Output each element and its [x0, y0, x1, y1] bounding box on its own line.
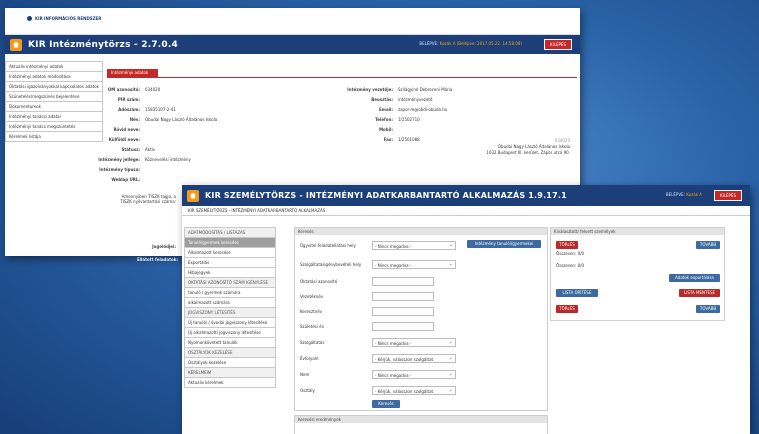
sidebar-section-header: OSZTÁLYOK KEZELÉSE — [184, 348, 276, 358]
field-row: Rövid neve: — [113, 127, 140, 132]
results-panel-title: Keresési eredmények — [295, 416, 547, 423]
sidebar-item[interactable]: tanuló / gyermek számára — [184, 288, 276, 298]
sidebar-item[interactable]: Osztályok kezelése — [184, 358, 276, 368]
field-row: Mobil: — [379, 127, 393, 132]
login-status: BELÉPVE: Kozák A — [665, 192, 702, 197]
sidebar-item-student-search[interactable]: Tanuló/gyermek keresése — [184, 238, 276, 248]
home-icon[interactable] — [187, 189, 199, 202]
logout-button[interactable]: KILÉPÉS — [713, 190, 742, 201]
count-total: Összesen: 0/0 — [556, 263, 585, 268]
label-birthyear: Születési év — [300, 324, 325, 329]
gender-select[interactable]: - Nincs megadva - — [372, 370, 456, 379]
sidebar-section-header: OKTATÁSI AZONOSÍTÓ SZÁM IGÉNYLÉSE — [184, 278, 276, 288]
jogelodjei-label: Jogelődjei: — [152, 244, 176, 249]
list-save-button[interactable]: LISTA MENTÉSE — [679, 289, 720, 297]
label-class: Osztály — [300, 388, 315, 393]
sidebar-section-header: JOGVISZONY LÉTESÍTÉS — [184, 308, 276, 318]
selected-persons-panel: Kiválasztott/ felvett személyek TÖRLÉS T… — [550, 227, 725, 321]
birthyear-input[interactable] — [372, 322, 434, 331]
field-row: Intézmény jellege: Köznevelési intézmény — [98, 157, 191, 162]
field-row: Email: zapor-m@obdi-obuda.hu — [379, 107, 448, 112]
delete-button[interactable]: TÖRLÉS — [556, 241, 578, 249]
app-title: KIR Intézménytörzs - 2.7.0.4 — [28, 39, 178, 50]
list-clear-button[interactable]: LISTA ÜRÍTÉSE — [556, 289, 598, 297]
field-row: Intézmény típusa: — [99, 167, 140, 172]
home-icon[interactable] — [10, 38, 22, 51]
tab-divider — [107, 77, 577, 78]
label-service2: Szolgáltatás — [300, 340, 325, 345]
service-select[interactable]: - Nincs megadva - — [372, 260, 456, 269]
tab-intezmenyi-adatok[interactable]: Intézményi adatok — [107, 69, 159, 77]
field-row: Intézmény vezetője: Szilágyiné Debreceni … — [347, 87, 453, 92]
logout-button[interactable]: KILÉPÉS — [543, 39, 572, 50]
sidebar-section-header: KÉRELMEIM — [184, 368, 276, 378]
field-row: Név: Óbudai Nagy László Általános Iskola — [129, 117, 218, 122]
sidebar-item[interactable]: Aktuális kérelmek — [184, 378, 276, 388]
sidebar-section-header: ADATMÓDOSÍTÁS / LISTÁZÁS — [184, 227, 276, 238]
firstname-input[interactable] — [372, 307, 434, 316]
count-total: Összesen: 0/0 — [556, 251, 585, 256]
field-row: Fax: 1/2501088 — [383, 137, 420, 142]
sidebar-item[interactable]: Aktuális intézményi adatok — [5, 61, 103, 72]
sidebar-item[interactable]: Nyomonkövetett tanulók — [184, 338, 276, 348]
search-panel-title: Keresés — [295, 228, 547, 235]
label-service: Szolgáltatásigénybevételi hely — [300, 262, 362, 267]
site-select[interactable]: - Nincs megadva - — [372, 241, 456, 250]
field-row: Státusz: Aktív — [121, 147, 156, 152]
grade-select[interactable]: - Kérjük, válasszon szolgáltat — [372, 354, 456, 363]
address-block: 034020 Óbudai Nagy László Általános Isko… — [486, 138, 570, 156]
breadcrumb: KIR SZEMÉLYTÖRZS - INTÉZMÉNYI ADATKARBAN… — [182, 206, 750, 216]
sidebar-item[interactable]: Alkalmazott keresése — [184, 248, 276, 258]
field-row: Külföldi neve: — [108, 137, 140, 142]
field-row: Beosztás: intézményvezető — [371, 97, 433, 102]
class-select[interactable]: - Kérjük, válasszon szolgáltat — [372, 386, 456, 395]
app-title: KIR SZEMÉLYTÖRZS - INTÉZMÉNYI ADATKARBAN… — [205, 191, 567, 200]
selected-persons-title: Kiválasztott/ felvett személyek — [551, 228, 724, 235]
szemelytorzs-window: KIR SZEMÉLYTÖRZS - INTÉZMÉNYI ADATKARBAN… — [182, 185, 750, 434]
sidebar: ADATMÓDOSÍTÁS / LISTÁZÁS Tanuló/gyermek … — [184, 227, 276, 388]
app-titlebar: KIR Intézménytörzs - 2.7.0.4 BELÉPVE: Ko… — [5, 35, 580, 54]
ellatott-feladatok-label: Ellátott feladatok: — [136, 257, 178, 262]
field-row: Adószám: 15835107-2-41 — [118, 107, 176, 112]
sidebar-item[interactable]: Új alkalmazotti jogviszony létesítése — [184, 328, 276, 338]
export-data-button[interactable]: Adatok exportálása — [669, 274, 720, 282]
delete-button[interactable]: TÖRLÉS — [556, 305, 578, 313]
oid-input[interactable] — [372, 277, 434, 286]
label-lastname: Vezetéknév — [300, 294, 324, 299]
field-row: OM azonosító: 034020 — [107, 87, 161, 92]
field-row: Telefon: 1/2502710 — [375, 117, 420, 122]
kir-logo: KIR INFORMÁCIÓS RENDSZER — [27, 16, 101, 21]
sidebar-item[interactable]: Hibajegyek — [184, 268, 276, 278]
next-button[interactable]: TOVÁBB — [696, 241, 720, 249]
label-site: Ügyvitel feladatellátási hely — [300, 243, 356, 248]
label-oid: Oktatási azonosító — [300, 279, 338, 284]
lastname-input[interactable] — [372, 292, 434, 301]
results-panel: Keresési eredmények — [294, 415, 548, 434]
login-status: BELÉPVE: Kozák A (Belépve: 2017.05.22. 1… — [419, 41, 522, 46]
field-row: Weblap URL: — [111, 177, 140, 182]
sidebar-item[interactable]: Exportálás — [184, 258, 276, 268]
address-line: 1032 Budapest III. kerület, Zápor utca 9… — [486, 150, 570, 155]
field-row: PIR szám: — [117, 97, 140, 102]
sidebar-item[interactable]: alkalmazott számára — [184, 298, 276, 308]
tiszk-label: Amennyiben TISZK tagja, a TISZK nyilvánt… — [120, 194, 176, 204]
service2-select[interactable]: - Nincs megadva - — [372, 338, 456, 347]
institution-students-button[interactable]: Intézmény tanulói/gyermekei — [467, 240, 541, 248]
search-panel: Keresés Ügyvitel feladatellátási hely - … — [294, 227, 548, 411]
label-grade: Évfolyam — [300, 356, 319, 361]
search-button[interactable]: Keresés — [372, 400, 400, 408]
app-titlebar: KIR SZEMÉLYTÖRZS - INTÉZMÉNYI ADATKARBAN… — [182, 185, 750, 206]
sidebar-item[interactable]: Intézményi adatok módosítása — [5, 72, 103, 82]
next-button[interactable]: TOVÁBB — [696, 305, 720, 313]
label-firstname: Keresztnév — [300, 309, 323, 314]
label-gender: Nem — [300, 372, 310, 377]
sidebar-item[interactable]: Új tanulói / óvodai jogviszony létesítés… — [184, 318, 276, 328]
logo-bar: KIR INFORMÁCIÓS RENDSZER — [5, 8, 580, 35]
